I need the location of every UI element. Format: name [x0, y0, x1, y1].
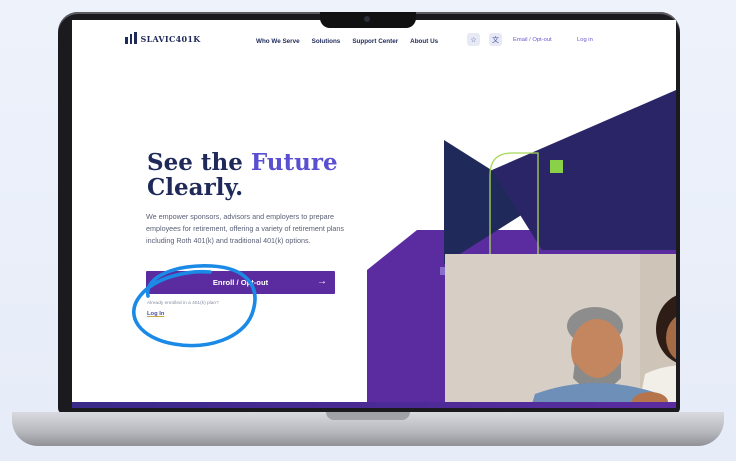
green-square: [550, 160, 563, 173]
arrow-right-icon: →: [317, 276, 327, 287]
enroll-optout-button[interactable]: Enroll / Opt-out →: [146, 271, 335, 294]
bottom-strip: [72, 402, 676, 408]
hero-title: See the Future Clearly.: [147, 150, 367, 200]
hero-description: We empower sponsors, advisors and employ…: [146, 212, 345, 246]
cta-label: Enroll / Opt-out: [212, 278, 269, 287]
hero-title-line2: Clearly.: [147, 174, 244, 201]
laptop-base-notch: [326, 412, 410, 420]
hero-title-accent: Future: [250, 149, 338, 176]
hero-photo: [445, 254, 676, 408]
camera-icon: [364, 16, 370, 22]
laptop-base: [12, 412, 724, 446]
navy-band-shape: [492, 90, 676, 250]
camera-notch: [320, 12, 416, 28]
hero-title-prefix: See the: [147, 149, 251, 176]
enrolled-login-link[interactable]: Log In: [147, 311, 164, 317]
couple-illustration: [445, 254, 676, 408]
enrolled-note: Already enrolled in a 401(k) plan?: [147, 301, 219, 306]
browser-screen: SLAVIC401K Who We Serve Solutions Suppor…: [72, 20, 676, 408]
